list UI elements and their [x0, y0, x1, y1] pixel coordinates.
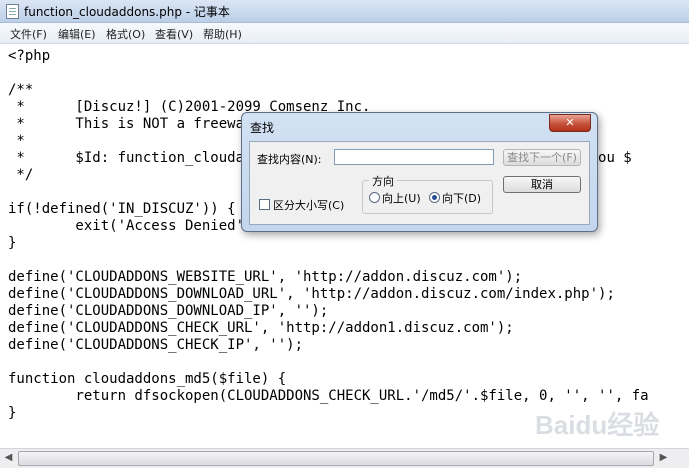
- menu-help[interactable]: 帮助(H): [203, 26, 242, 42]
- up-label: 向上(U): [382, 192, 421, 205]
- baidu-watermark: Baidu经验: [535, 410, 660, 440]
- direction-group: 方向 向上(U) 向下(D): [362, 173, 493, 214]
- find-next-button[interactable]: 查找下一个(F): [503, 149, 581, 166]
- text-editor[interactable]: <?php /** * [Discuz!] (C)2001-2099 Comse…: [0, 44, 689, 448]
- code-text[interactable]: <?php /** * [Discuz!] (C)2001-2099 Comse…: [8, 48, 649, 422]
- scroll-right-icon[interactable]: ▶: [655, 450, 672, 466]
- find-label: 查找内容(N):: [257, 153, 322, 166]
- up-radio[interactable]: [369, 192, 380, 203]
- menu-edit[interactable]: 编辑(E): [58, 26, 96, 42]
- title-bar: function_cloudaddons.php - 记事本: [0, 0, 689, 23]
- direction-label: 方向: [369, 173, 397, 189]
- notepad-icon: [6, 4, 19, 19]
- window-title: function_cloudaddons.php - 记事本: [24, 5, 230, 19]
- scroll-left-icon[interactable]: ◀: [0, 450, 17, 466]
- scrollbar-thumb[interactable]: [18, 451, 654, 466]
- horizontal-scrollbar[interactable]: ◀ ▶: [0, 448, 689, 468]
- menu-file[interactable]: 文件(F): [10, 26, 47, 42]
- find-dialog: 查找 ✕ 查找内容(N): 查找下一个(F) 取消 区分大小写(C) 方向 向上…: [241, 112, 598, 232]
- menu-view[interactable]: 查看(V): [155, 26, 193, 42]
- menu-bar: 文件(F) 编辑(E) 格式(O) 查看(V) 帮助(H): [0, 23, 689, 44]
- match-case-checkbox[interactable]: [259, 199, 270, 210]
- cancel-button[interactable]: 取消: [503, 176, 581, 193]
- down-radio[interactable]: [429, 192, 440, 203]
- match-case-label: 区分大小写(C): [273, 199, 345, 212]
- dialog-body: 查找内容(N): 查找下一个(F) 取消 区分大小写(C) 方向 向上(U) 向…: [249, 141, 590, 225]
- down-label: 向下(D): [442, 192, 482, 205]
- dialog-title: 查找: [250, 121, 275, 135]
- menu-format[interactable]: 格式(O): [106, 26, 145, 42]
- find-input[interactable]: [334, 149, 494, 165]
- close-x-icon[interactable]: ✕: [549, 114, 591, 132]
